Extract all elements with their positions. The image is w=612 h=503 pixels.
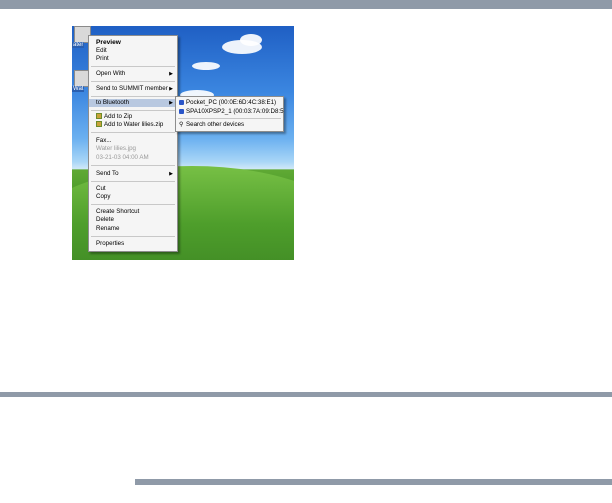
submenu-item-label: Search other devices [186, 121, 245, 128]
menu-item-label: Cut [96, 185, 106, 192]
menu-separator [91, 66, 175, 67]
cloud [240, 34, 262, 46]
menu-item-fax[interactable]: Fax... [89, 137, 177, 145]
submenu-item-search-devices[interactable]: ⚲ Search other devices [176, 121, 283, 129]
menu-item-create-shortcut[interactable]: Create Shortcut [89, 208, 177, 216]
menu-separator [91, 110, 175, 111]
menu-item-label: Open With [96, 70, 126, 77]
menu-separator [91, 236, 175, 237]
menu-item-label: Add to Zip [104, 113, 133, 120]
menu-item-label: Properties [96, 240, 125, 247]
section-divider [0, 392, 612, 397]
menu-separator [91, 81, 175, 82]
menu-item-label: Delete [96, 216, 114, 223]
bluetooth-submenu: Pocket_PC (00:0E:6D:4C:38:E1) SPA10XPSP2… [175, 96, 284, 132]
menu-item-label: Print [96, 55, 109, 62]
submenu-arrow-icon: ▶ [169, 171, 173, 177]
menu-item-label: 03-21-03 04:00 AM [96, 154, 149, 161]
menu-item-label: Create Shortcut [96, 208, 140, 215]
menu-item-delete[interactable]: Delete [89, 216, 177, 224]
top-rule [0, 0, 612, 9]
menu-item-label: Copy [96, 193, 111, 200]
menu-item-rename[interactable]: Rename [89, 225, 177, 233]
submenu-item-pocket-pc[interactable]: Pocket_PC (00:0E:6D:4C:38:E1) [176, 99, 283, 107]
menu-item-date: 03-21-03 04:00 AM [89, 154, 177, 162]
menu-item-label: Edit [96, 47, 107, 54]
menu-item-label: Preview [96, 39, 121, 46]
submenu-arrow-icon: ▶ [169, 71, 173, 77]
menu-item-copy[interactable]: Copy [89, 193, 177, 201]
cloud [192, 62, 220, 70]
menu-item-label: Send To [96, 170, 119, 177]
bluetooth-device-icon [179, 99, 184, 105]
submenu-arrow-icon: ▶ [169, 100, 173, 106]
menu-item-edit[interactable]: Edit [89, 47, 177, 55]
menu-item-print[interactable]: Print [89, 55, 177, 63]
menu-item-label: to Bluetooth [96, 99, 130, 106]
bottom-rule [135, 479, 612, 485]
menu-separator [91, 132, 175, 133]
menu-item-label: Rename [96, 225, 120, 232]
bluetooth-device-icon [179, 108, 184, 114]
submenu-arrow-icon: ▶ [169, 86, 173, 92]
menu-item-preview[interactable]: Preview [89, 39, 177, 47]
menu-item-label: Send to SUMMIT member [96, 85, 168, 92]
menu-item-label: Fax... [96, 137, 112, 144]
menu-item-send-to[interactable]: Send To ▶ [89, 170, 177, 178]
zip-icon [96, 113, 102, 120]
menu-separator [91, 181, 175, 182]
menu-item-label: Water lilies.jpg [96, 145, 137, 152]
menu-item-add-to-named-zip[interactable]: Add to Water lilies.zip [89, 121, 177, 129]
submenu-item-label: Pocket_PC (00:0E:6D:4C:38:E1) [186, 99, 277, 106]
menu-separator [91, 204, 175, 205]
menu-item-filename: Water lilies.jpg [89, 145, 177, 153]
menu-item-send-to-summit[interactable]: Send to SUMMIT member ▶ [89, 85, 177, 93]
menu-item-add-to-zip[interactable]: Add to Zip [89, 113, 177, 121]
menu-item-to-bluetooth[interactable]: to Bluetooth ▶ [89, 99, 177, 107]
zip-icon [96, 121, 102, 128]
menu-item-properties[interactable]: Properties [89, 240, 177, 248]
menu-item-cut[interactable]: Cut [89, 185, 177, 193]
menu-separator [91, 96, 175, 97]
submenu-item-spa10xpsp2[interactable]: SPA10XPSP2_1 (00:03:7A:09:D8:5 [176, 108, 284, 116]
menu-separator [178, 118, 281, 119]
desktop-icon-label: Wat [72, 86, 85, 92]
desktop-icon-label: ater [72, 42, 85, 48]
menu-separator [91, 165, 175, 166]
menu-item-label: Add to Water lilies.zip [104, 121, 164, 128]
submenu-item-label: SPA10XPSP2_1 (00:03:7A:09:D8:5 [186, 108, 284, 115]
context-menu: Preview Edit Print Open With ▶ Send to SU… [88, 35, 178, 252]
menu-item-open-with[interactable]: Open With ▶ [89, 70, 177, 78]
search-icon: ⚲ [179, 122, 184, 128]
